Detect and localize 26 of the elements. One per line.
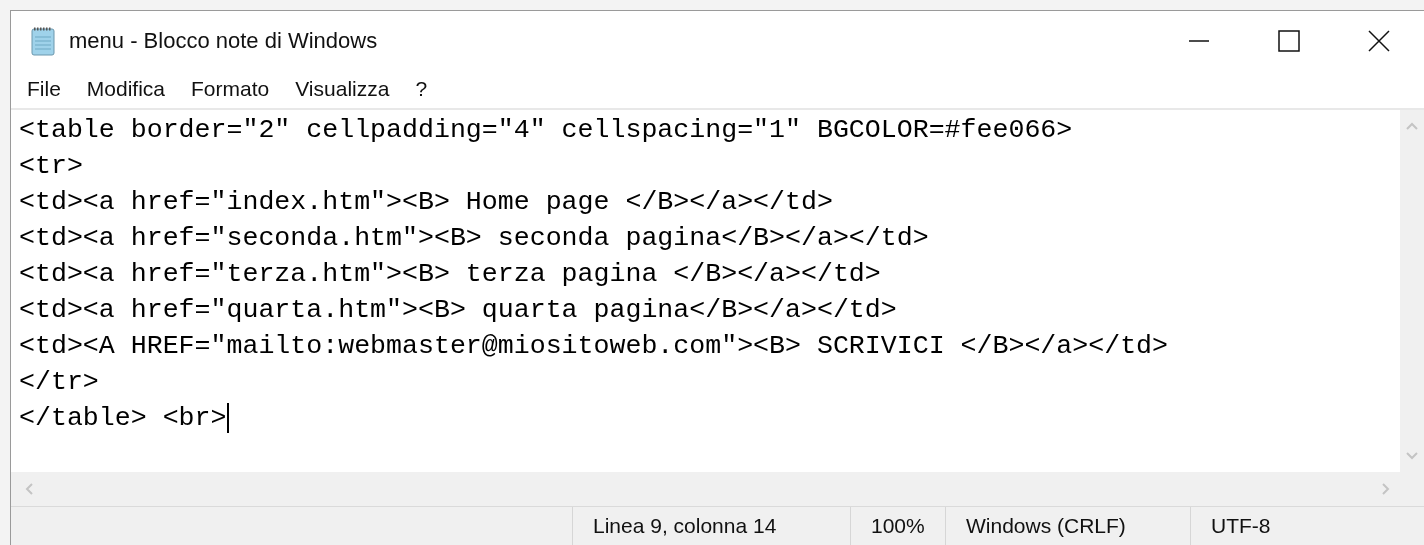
status-text: UTF-8 [1190,507,1424,545]
text-cursor [227,403,230,433]
code-line: <tr> [19,150,83,183]
code-line: <td><a href="terza.htm"><B> terza pagina </B></a></td> [19,258,881,291]
menu-item[interactable]: File [19,75,69,103]
window-title: menu - Blocco note di Windows [69,27,379,54]
code-line: <td><a href="index.htm"><B> Home page </B></a></td> [19,186,833,219]
menu-item[interactable]: Visualizza [287,75,398,103]
close-icon [1368,29,1390,52]
menu-item[interactable]: Formato [183,75,278,103]
horizontal-scrollbar[interactable] [11,472,1424,506]
status-text: Windows (CRLF) [945,507,1190,545]
menu-item[interactable]: ? [407,75,436,103]
code-line: <td><a href="quarta.htm"><B> quarta pagina</B></a></td> [19,294,897,327]
status-text: Linea 9, colonna 14 [572,507,850,545]
code-line: </tr> [19,366,99,399]
minimize-icon [1188,39,1210,42]
status-text: 100% [850,507,945,545]
code-line: <td><a href="seconda.htm"><B> seconda pagina</B></a></td> [19,222,929,255]
maximize-icon [1278,29,1300,52]
notepad-icon [29,25,57,56]
code-line: <td><A HREF="mailto:webmaster@miositoweb.com"><B> SCRIVICI </B></a></td> [19,330,1169,363]
code-line: </table> <br> [19,402,227,435]
menu-item[interactable]: Modifica [78,75,174,103]
vertical-scrollbar[interactable] [1400,110,1424,472]
code-line: <table border="2" cellpadding="4" cellspacing="1" BGCOLOR=#fee066> [19,114,1073,147]
